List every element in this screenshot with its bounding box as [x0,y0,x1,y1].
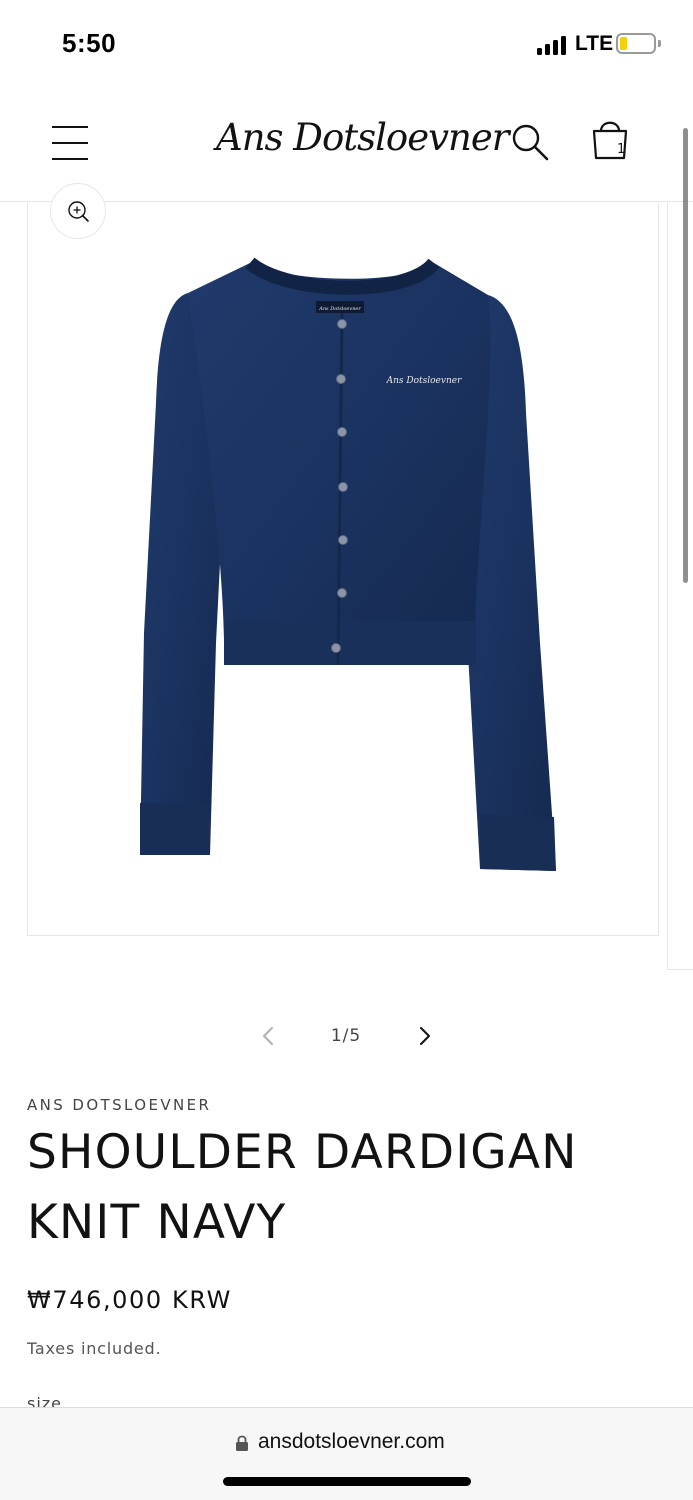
product-image-frame[interactable]: Ans Dotsloevner Ans Dotsloevner [27,203,659,936]
slide-counter: 1/5 [330,1026,362,1046]
chest-embroidery: Ans Dotsloevner [386,376,462,386]
neck-rib [245,257,440,295]
right-cuff [480,815,556,871]
browser-address-bar[interactable]: ansdotsloevner.com [0,1407,693,1500]
product-price: ₩746,000 KRW [27,1286,232,1314]
size-option-label: size [27,1394,63,1408]
product-vendor: ANS DOTSLOEVNER [27,1096,212,1114]
neck-label-text: Ans Dotsloevner [318,306,361,312]
zoom-in-icon[interactable] [50,183,106,239]
product-title: SHOULDER DARDIGAN KNIT NAVY [27,1125,578,1250]
page-scrollbar[interactable] [683,128,688,583]
slider-navigation: 1/5 [0,1016,693,1058]
cart-count-badge: 1 [617,142,626,157]
tax-note: Taxes included. [27,1339,162,1358]
left-cuff [140,803,210,855]
hamburger-menu-icon[interactable] [52,126,88,160]
search-icon[interactable] [510,122,550,162]
home-indicator[interactable] [223,1477,471,1486]
cellular-signal-icon [537,35,569,55]
battery-icon [616,33,656,54]
chevron-left-icon[interactable] [255,1022,283,1050]
network-type: LTE [575,32,614,55]
url-text[interactable]: ansdotsloevner.com [258,1430,445,1454]
next-slide-peek[interactable] [667,203,693,970]
battery-level [620,37,627,50]
status-bar: 5:50 LTE [0,0,693,88]
product-image: Ans Dotsloevner Ans Dotsloevner [140,257,556,871]
battery-cap [658,40,661,47]
status-time: 5:50 [62,28,117,58]
ribbed-hem [224,621,476,665]
shopping-bag-icon[interactable]: 1 [588,114,632,164]
chevron-right-icon[interactable] [410,1022,438,1050]
product-gallery: Ans Dotsloevner Ans Dotsloevner [0,183,693,993]
brand-logo[interactable]: Ans Dotsloevner [216,116,509,159]
lock-icon [235,1434,249,1452]
